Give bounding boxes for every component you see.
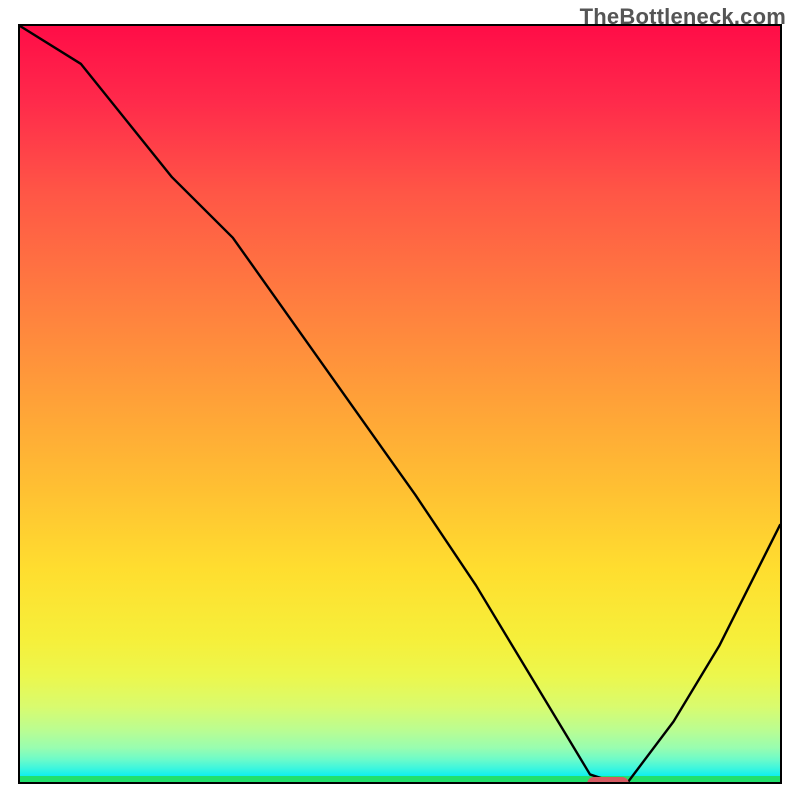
optimal-marker bbox=[587, 777, 629, 784]
bottleneck-curve bbox=[20, 26, 780, 782]
chart-area bbox=[18, 24, 782, 784]
